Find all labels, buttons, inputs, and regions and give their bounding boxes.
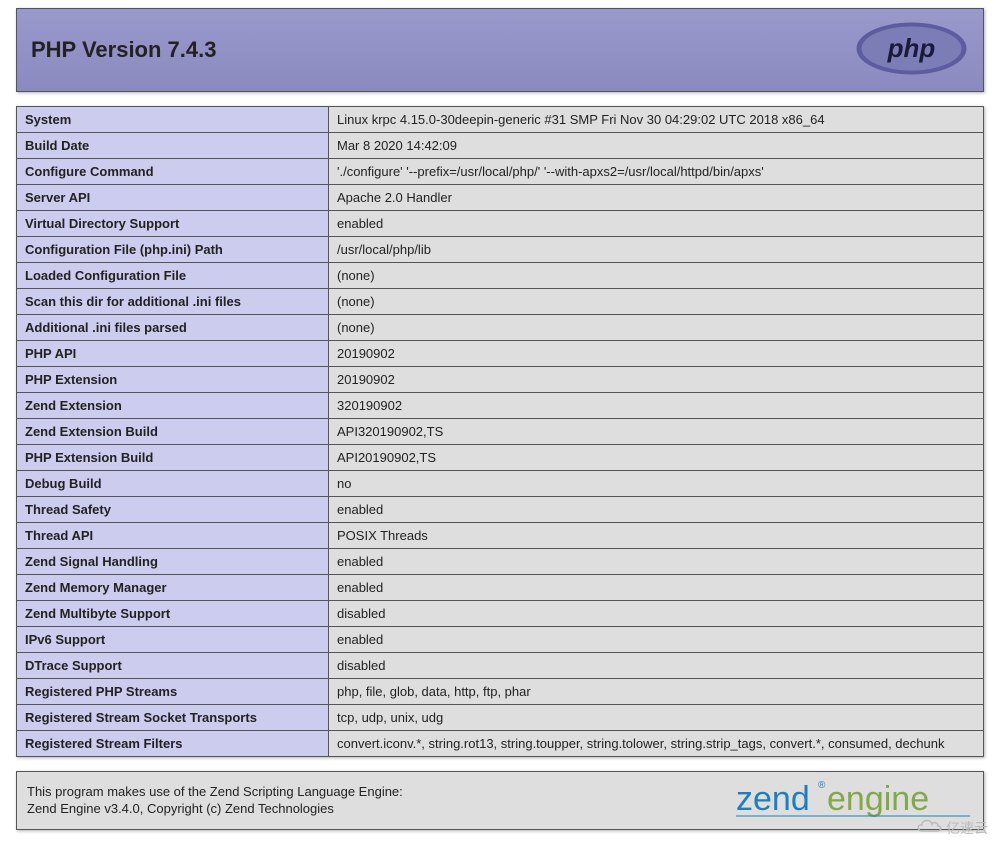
phpinfo-table: SystemLinux krpc 4.15.0-30deepin-generic… [16,106,984,757]
zend-engine-box: This program makes use of the Zend Scrip… [16,771,984,830]
info-value: enabled [329,627,984,653]
svg-text:®: ® [818,780,826,791]
info-key: Thread Safety [17,497,329,523]
watermark: 亿速云 [916,817,988,838]
info-key: Scan this dir for additional .ini files [17,289,329,315]
info-value: Apache 2.0 Handler [329,185,984,211]
info-value: 20190902 [329,367,984,393]
info-value: disabled [329,601,984,627]
info-value: Mar 8 2020 14:42:09 [329,133,984,159]
info-key: PHP API [17,341,329,367]
info-key: Thread API [17,523,329,549]
info-key: Additional .ini files parsed [17,315,329,341]
info-key: Zend Extension Build [17,419,329,445]
info-key: Debug Build [17,471,329,497]
info-value: enabled [329,549,984,575]
info-value: disabled [329,653,984,679]
info-value: enabled [329,575,984,601]
table-row: Zend Signal Handlingenabled [17,549,984,575]
table-row: Server APIApache 2.0 Handler [17,185,984,211]
info-value: Linux krpc 4.15.0-30deepin-generic #31 S… [329,107,984,133]
table-row: Registered Stream Filtersconvert.iconv.*… [17,731,984,757]
table-row: Configure Command'./configure' '--prefix… [17,159,984,185]
info-value: './configure' '--prefix=/usr/local/php/'… [329,159,984,185]
info-key: Configure Command [17,159,329,185]
info-value: 20190902 [329,341,984,367]
info-key: Build Date [17,133,329,159]
svg-text:engine: engine [827,780,929,818]
table-row: PHP Extension20190902 [17,367,984,393]
info-value: POSIX Threads [329,523,984,549]
info-value: enabled [329,497,984,523]
info-key: Registered Stream Filters [17,731,329,757]
info-key: Zend Signal Handling [17,549,329,575]
cloud-icon [916,817,942,838]
svg-text:zend: zend [736,780,810,818]
table-row: Zend Extension320190902 [17,393,984,419]
info-value: no [329,471,984,497]
table-row: Configuration File (php.ini) Path/usr/lo… [17,237,984,263]
watermark-text: 亿速云 [946,818,988,838]
zend-line2: Zend Engine v3.4.0, Copyright (c) Zend T… [27,801,334,816]
table-row: SystemLinux krpc 4.15.0-30deepin-generic… [17,107,984,133]
info-value: tcp, udp, unix, udg [329,705,984,731]
table-row: Registered Stream Socket Transportstcp, … [17,705,984,731]
info-key: Loaded Configuration File [17,263,329,289]
info-value: API320190902,TS [329,419,984,445]
info-key: Zend Multibyte Support [17,601,329,627]
table-row: PHP API20190902 [17,341,984,367]
info-value: convert.iconv.*, string.rot13, string.to… [329,731,984,757]
table-row: Scan this dir for additional .ini files(… [17,289,984,315]
info-value: API20190902,TS [329,445,984,471]
svg-text:php: php [887,33,936,63]
zend-line1: This program makes use of the Zend Scrip… [27,784,403,799]
table-row: DTrace Supportdisabled [17,653,984,679]
info-key: Registered PHP Streams [17,679,329,705]
info-key: IPv6 Support [17,627,329,653]
table-row: Virtual Directory Supportenabled [17,211,984,237]
table-row: Zend Multibyte Supportdisabled [17,601,984,627]
table-row: Thread APIPOSIX Threads [17,523,984,549]
info-key: Configuration File (php.ini) Path [17,237,329,263]
info-key: Zend Extension [17,393,329,419]
table-row: Debug Buildno [17,471,984,497]
table-row: Zend Extension BuildAPI320190902,TS [17,419,984,445]
info-key: System [17,107,329,133]
zend-text: This program makes use of the Zend Scrip… [27,784,403,818]
info-key: PHP Extension [17,367,329,393]
info-value: (none) [329,289,984,315]
info-key: Zend Memory Manager [17,575,329,601]
info-value: (none) [329,315,984,341]
table-row: Additional .ini files parsed(none) [17,315,984,341]
info-value: 320190902 [329,393,984,419]
table-row: IPv6 Supportenabled [17,627,984,653]
info-key: PHP Extension Build [17,445,329,471]
table-row: Build DateMar 8 2020 14:42:09 [17,133,984,159]
info-value: php, file, glob, data, http, ftp, phar [329,679,984,705]
table-row: Thread Safetyenabled [17,497,984,523]
info-key: Virtual Directory Support [17,211,329,237]
info-key: DTrace Support [17,653,329,679]
info-value: enabled [329,211,984,237]
info-value: /usr/local/php/lib [329,237,984,263]
page-title: PHP Version 7.4.3 [31,37,216,63]
info-key: Server API [17,185,329,211]
info-value: (none) [329,263,984,289]
php-logo-icon: php [854,21,969,79]
phpinfo-header: PHP Version 7.4.3 php [16,8,984,92]
table-row: Registered PHP Streamsphp, file, glob, d… [17,679,984,705]
info-key: Registered Stream Socket Transports [17,705,329,731]
table-row: Loaded Configuration File(none) [17,263,984,289]
table-row: Zend Memory Managerenabled [17,575,984,601]
table-row: PHP Extension BuildAPI20190902,TS [17,445,984,471]
